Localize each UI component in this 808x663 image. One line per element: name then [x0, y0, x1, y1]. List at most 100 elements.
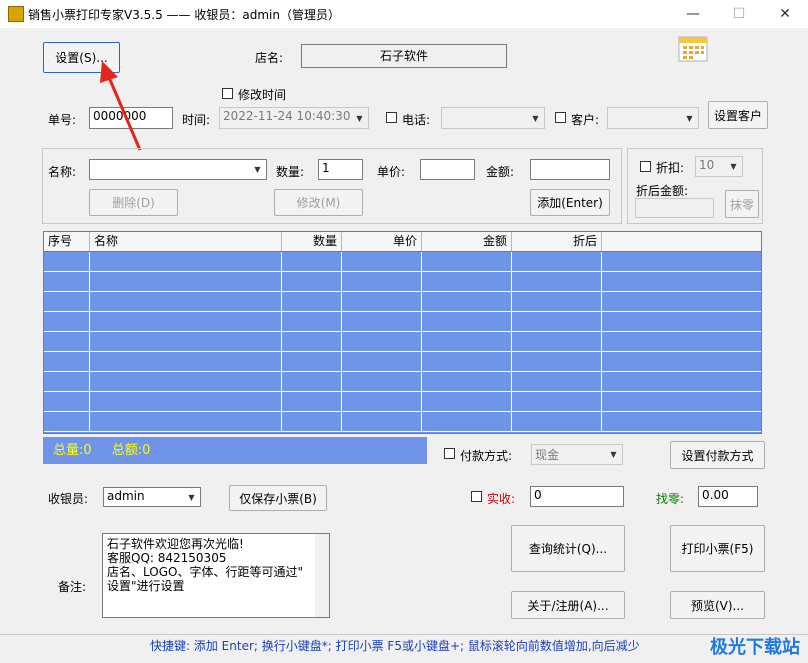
after-discount-field[interactable] — [635, 198, 714, 218]
table-cell[interactable] — [90, 392, 282, 412]
table-row[interactable] — [44, 312, 761, 332]
table-cell[interactable] — [342, 312, 422, 332]
table-row[interactable] — [44, 332, 761, 352]
col-header-name[interactable]: 名称 — [90, 232, 282, 251]
table-cell[interactable] — [422, 312, 512, 332]
set-payment-method-button[interactable]: 设置付款方式 — [670, 441, 765, 469]
table-cell[interactable] — [512, 272, 602, 292]
table-cell[interactable] — [512, 252, 602, 272]
modify-time-checkbox[interactable] — [222, 88, 233, 99]
phone-field[interactable]: ▼ — [441, 107, 545, 129]
table-cell[interactable] — [512, 332, 602, 352]
modify-button[interactable]: 修改(M) — [274, 189, 363, 216]
col-header-qty[interactable]: 数量 — [282, 232, 342, 251]
received-checkbox[interactable] — [471, 491, 482, 502]
table-cell[interactable] — [90, 312, 282, 332]
calendar-icon[interactable] — [678, 34, 708, 62]
table-cell[interactable] — [282, 412, 342, 432]
discount-checkbox[interactable] — [640, 161, 651, 172]
table-cell[interactable] — [282, 332, 342, 352]
table-cell[interactable] — [282, 372, 342, 392]
col-header-amount[interactable]: 金额 — [422, 232, 512, 251]
payment-method-checkbox[interactable] — [444, 448, 455, 459]
table-cell[interactable] — [90, 272, 282, 292]
items-table[interactable]: 序号 名称 数量 单价 金额 折后 — [43, 231, 762, 434]
table-cell[interactable] — [282, 312, 342, 332]
table-cell[interactable] — [342, 372, 422, 392]
set-customer-button[interactable]: 设置客户 — [708, 101, 768, 129]
payment-method-select[interactable]: 现金 ▼ — [531, 444, 623, 465]
table-cell[interactable] — [342, 352, 422, 372]
table-cell[interactable] — [282, 352, 342, 372]
price-field[interactable] — [420, 159, 475, 180]
table-cell[interactable] — [422, 412, 512, 432]
save-only-button[interactable]: 仅保存小票(B) — [229, 485, 327, 511]
table-cell[interactable] — [90, 292, 282, 312]
table-cell[interactable] — [90, 372, 282, 392]
table-row[interactable] — [44, 292, 761, 312]
maximize-button[interactable]: ☐ — [716, 0, 762, 28]
minimize-button[interactable]: — — [670, 0, 716, 28]
preview-button[interactable]: 预览(V)... — [670, 591, 765, 619]
phone-checkbox[interactable] — [386, 112, 397, 123]
change-field[interactable]: 0.00 — [698, 486, 758, 507]
table-cell[interactable] — [512, 352, 602, 372]
table-cell[interactable] — [422, 272, 512, 292]
about-register-button[interactable]: 关于/注册(A)... — [511, 591, 625, 619]
table-cell[interactable] — [44, 392, 90, 412]
table-cell[interactable] — [422, 332, 512, 352]
time-field[interactable]: 2022-11-24 10:40:30 ▼ — [219, 107, 369, 129]
table-row[interactable] — [44, 252, 761, 272]
table-cell[interactable] — [282, 292, 342, 312]
table-row[interactable] — [44, 272, 761, 292]
received-field[interactable]: 0 — [530, 486, 624, 507]
table-cell[interactable] — [282, 252, 342, 272]
table-cell[interactable] — [44, 272, 90, 292]
table-cell[interactable] — [512, 392, 602, 412]
table-cell[interactable] — [44, 312, 90, 332]
table-cell[interactable] — [90, 412, 282, 432]
notes-textarea[interactable]: 石子软件欢迎您再次光临! 客服QQ: 842150305 店名、LOGO、字体、… — [102, 533, 330, 618]
col-header-price[interactable]: 单价 — [342, 232, 422, 251]
table-cell[interactable] — [512, 412, 602, 432]
col-header-discounted[interactable]: 折后 — [512, 232, 602, 251]
table-cell[interactable] — [422, 392, 512, 412]
table-cell[interactable] — [44, 292, 90, 312]
table-row[interactable] — [44, 412, 761, 432]
amount-field[interactable] — [530, 159, 610, 180]
table-cell[interactable] — [342, 292, 422, 312]
table-cell[interactable] — [422, 372, 512, 392]
table-cell[interactable] — [342, 412, 422, 432]
table-cell[interactable] — [342, 252, 422, 272]
table-cell[interactable] — [422, 252, 512, 272]
discount-select[interactable]: 10 ▼ — [695, 156, 743, 177]
table-cell[interactable] — [342, 272, 422, 292]
add-button[interactable]: 添加(Enter) — [530, 189, 610, 216]
query-stats-button[interactable]: 查询统计(Q)... — [511, 525, 625, 572]
table-cell[interactable] — [342, 392, 422, 412]
table-cell[interactable] — [422, 292, 512, 312]
col-header-index[interactable]: 序号 — [44, 232, 90, 251]
item-name-field[interactable]: ▼ — [89, 159, 267, 180]
table-cell[interactable] — [90, 252, 282, 272]
close-button[interactable]: ✕ — [762, 0, 808, 28]
table-row[interactable] — [44, 392, 761, 412]
notes-scrollbar[interactable] — [315, 534, 329, 617]
table-row[interactable] — [44, 352, 761, 372]
table-cell[interactable] — [44, 332, 90, 352]
table-cell[interactable] — [44, 372, 90, 392]
table-row[interactable] — [44, 372, 761, 392]
table-cell[interactable] — [342, 332, 422, 352]
customer-field[interactable]: ▼ — [607, 107, 699, 129]
table-cell[interactable] — [44, 252, 90, 272]
table-cell[interactable] — [44, 352, 90, 372]
table-cell[interactable] — [44, 412, 90, 432]
table-cell[interactable] — [512, 372, 602, 392]
qty-field[interactable]: 1 — [318, 159, 363, 180]
table-cell[interactable] — [282, 272, 342, 292]
round-button[interactable]: 抹零 — [725, 190, 759, 218]
cashier-select[interactable]: admin ▼ — [103, 487, 201, 507]
table-cell[interactable] — [90, 332, 282, 352]
delete-button[interactable]: 删除(D) — [89, 189, 178, 216]
table-cell[interactable] — [512, 312, 602, 332]
